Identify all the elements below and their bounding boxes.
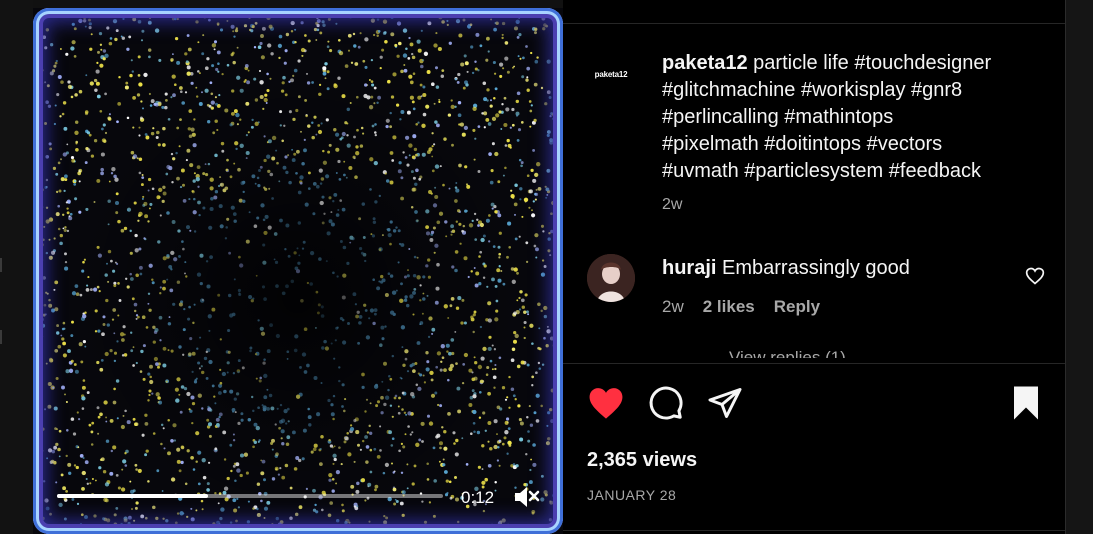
divider <box>563 23 1065 24</box>
comment-likes[interactable]: 2 likes <box>703 297 755 317</box>
video-time: 0:12 <box>461 488 495 507</box>
post-timestamp[interactable]: 2w <box>662 196 682 214</box>
heart-filled-icon <box>589 388 623 419</box>
video-progress-fill <box>57 494 208 498</box>
like-button[interactable] <box>587 385 625 426</box>
post-date[interactable]: JANUARY 28 <box>587 487 676 503</box>
author-username[interactable]: paketa12 <box>662 52 748 74</box>
comment-meta: 2w 2 likes Reply <box>662 297 820 317</box>
view-replies-label: View replies (1) <box>729 348 846 358</box>
post-caption: paketa12 particle life #touchdesigner #g… <box>662 50 1022 185</box>
caption-line: #uvmath #particlesystem #feedback <box>662 160 982 182</box>
reply-button[interactable]: Reply <box>774 297 820 317</box>
comment-like-button[interactable] <box>1025 266 1045 286</box>
caption-line: particle life #touchdesigner <box>747 52 992 74</box>
paper-plane-icon <box>708 388 742 418</box>
video-vignette <box>33 8 563 534</box>
comment-timestamp[interactable]: 2w <box>662 297 684 317</box>
comment-body: huraji Embarrassingly good <box>662 257 910 280</box>
left-edge-mark <box>0 258 2 272</box>
view-count[interactable]: 2,365 views <box>587 449 697 472</box>
speaker-muted-icon <box>515 487 540 507</box>
bookmark-filled-icon <box>1014 386 1038 420</box>
share-button[interactable] <box>707 385 743 426</box>
left-edge-mark <box>0 330 2 344</box>
caption-line: #perlincalling #mathintops <box>662 106 894 128</box>
heart-outline-icon <box>1025 267 1045 285</box>
author-avatar-logo: paketa12 <box>594 69 628 79</box>
divider <box>563 363 1065 364</box>
comment-button[interactable] <box>648 385 684 426</box>
post-details-panel: paketa12 paketa12 particle life #touchde… <box>563 0 1065 534</box>
video-progress-bar[interactable] <box>57 494 443 498</box>
save-button[interactable] <box>1010 385 1042 426</box>
caption-line: #pixelmath #doitintops #vectors <box>662 133 943 155</box>
left-page-strip <box>0 0 33 534</box>
comment-text: Embarrassingly good <box>716 257 910 279</box>
commenter-avatar[interactable] <box>587 254 635 302</box>
caption-line: #glitchmachine #workisplay #gnr8 <box>662 79 963 101</box>
view-replies-button[interactable]: View replies (1) <box>729 346 846 358</box>
commenter-username[interactable]: huraji <box>662 257 716 279</box>
divider <box>563 530 1065 531</box>
person-silhouette-icon <box>587 254 635 302</box>
mute-button[interactable] <box>513 484 541 510</box>
right-page-strip <box>1065 0 1093 534</box>
comment-bubble-icon <box>649 386 683 420</box>
author-avatar[interactable]: paketa12 <box>587 50 635 98</box>
video-player[interactable]: 0:12 <box>33 8 563 534</box>
